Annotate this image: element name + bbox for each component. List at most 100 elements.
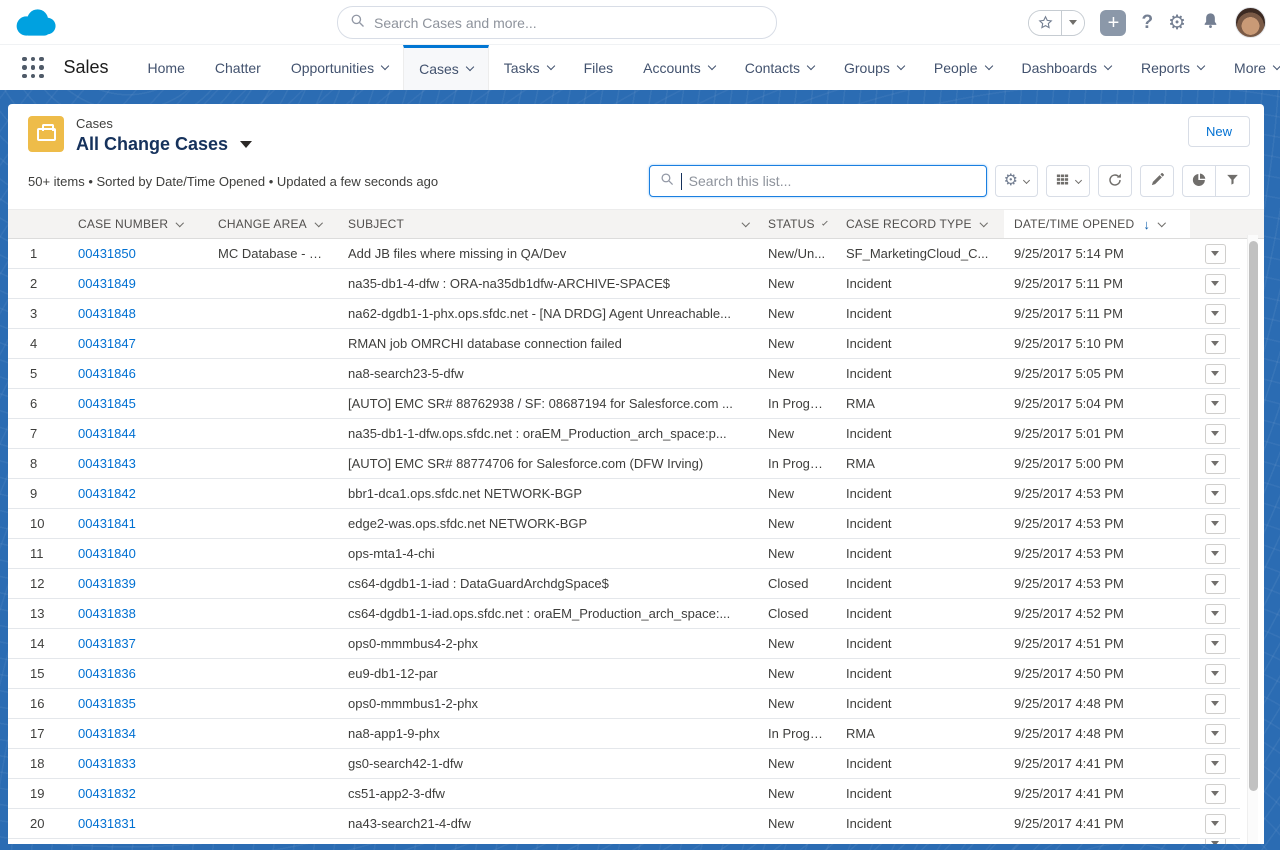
opened-cell: 9/25/2017 4:53 PM: [1004, 569, 1190, 599]
row-actions-button[interactable]: [1205, 724, 1226, 744]
case-number-link[interactable]: 00431836: [78, 666, 136, 681]
chevron-down-icon: [1158, 219, 1166, 227]
display-as-button[interactable]: [1046, 165, 1090, 197]
nav-item-contacts[interactable]: Contacts: [730, 45, 829, 90]
column-header-subject[interactable]: SUBJECT: [338, 210, 758, 238]
case-number-link[interactable]: 00431831: [78, 816, 136, 831]
row-actions-button[interactable]: [1205, 574, 1226, 594]
row-actions-button[interactable]: [1205, 814, 1226, 834]
row-actions-button[interactable]: [1205, 514, 1226, 534]
favorites-star-button[interactable]: [1029, 11, 1062, 35]
case-number-link[interactable]: 00431834: [78, 726, 136, 741]
nav-item-people[interactable]: People: [919, 45, 1007, 90]
case-number-link[interactable]: 00431832: [78, 786, 136, 801]
column-header-date-time-opened[interactable]: DATE/TIME OPENED↓: [1004, 210, 1190, 238]
case-number-link[interactable]: 00431833: [78, 756, 136, 771]
row-actions-button[interactable]: [1205, 274, 1226, 294]
nav-item-reports[interactable]: Reports: [1126, 45, 1219, 90]
case-number-link[interactable]: 00431830: [78, 842, 136, 844]
row-actions-cell: [1190, 629, 1240, 659]
favorites-dropdown-button[interactable]: [1062, 11, 1084, 35]
setup-gear-button[interactable]: ⚙: [1168, 13, 1186, 33]
user-avatar[interactable]: [1235, 7, 1266, 38]
list-search-box[interactable]: [649, 165, 987, 197]
row-actions-button[interactable]: [1205, 244, 1226, 264]
case-number-link[interactable]: 00431843: [78, 456, 136, 471]
nav-item-cases[interactable]: Cases: [403, 45, 489, 90]
charts-button[interactable]: [1182, 165, 1216, 197]
scrollbar-thumb[interactable]: [1249, 241, 1258, 791]
list-view-selector[interactable]: All Change Cases: [76, 134, 252, 155]
row-actions-button[interactable]: [1205, 664, 1226, 684]
case-number-link[interactable]: 00431846: [78, 366, 136, 381]
nav-item-tasks[interactable]: Tasks: [489, 45, 569, 90]
subject-cell: RMAN job OMRCHI database connection fail…: [338, 329, 758, 359]
global-search-box[interactable]: [337, 6, 777, 39]
row-number: 2: [8, 269, 68, 299]
nav-item-files[interactable]: Files: [569, 45, 629, 90]
row-actions-button[interactable]: [1205, 364, 1226, 384]
row-actions-button[interactable]: [1205, 694, 1226, 714]
case-number-cell: 00431830: [68, 839, 208, 844]
row-actions-button[interactable]: [1205, 334, 1226, 354]
case-number-link[interactable]: 00431841: [78, 516, 136, 531]
nav-item-accounts[interactable]: Accounts: [628, 45, 730, 90]
nav-item-chatter[interactable]: Chatter: [200, 45, 276, 90]
filters-button[interactable]: [1216, 165, 1250, 197]
nav-item-opportunities[interactable]: Opportunities: [276, 45, 403, 90]
case-number-link[interactable]: 00431849: [78, 276, 136, 291]
chevron-down-icon: [980, 219, 988, 227]
column-header-case-number[interactable]: CASE NUMBER: [68, 210, 208, 238]
notifications-bell-button[interactable]: [1201, 11, 1220, 35]
case-number-link[interactable]: 00431837: [78, 636, 136, 651]
row-actions-button[interactable]: [1205, 454, 1226, 474]
case-number-cell: 00431839: [68, 569, 208, 599]
column-header-status[interactable]: STATUS: [758, 210, 836, 238]
row-actions-button[interactable]: [1205, 394, 1226, 414]
help-button[interactable]: ?: [1141, 12, 1153, 34]
row-actions-button[interactable]: [1205, 484, 1226, 504]
column-label: DATE/TIME OPENED: [1014, 217, 1134, 231]
row-actions-cell: [1190, 359, 1240, 389]
list-search-input[interactable]: [689, 173, 976, 189]
row-actions-button[interactable]: [1205, 754, 1226, 774]
table-row: 500431846na8-search23-5-dfwNewIncident9/…: [8, 359, 1264, 389]
new-button[interactable]: New: [1188, 116, 1250, 147]
column-header-change-area[interactable]: CHANGE AREA: [208, 210, 338, 238]
row-actions-button[interactable]: [1205, 544, 1226, 564]
case-number-link[interactable]: 00431839: [78, 576, 136, 591]
app-name[interactable]: Sales: [64, 57, 109, 78]
row-actions-button[interactable]: [1205, 784, 1226, 804]
row-actions-button[interactable]: [1205, 634, 1226, 654]
case-number-link[interactable]: 00431845: [78, 396, 136, 411]
case-number-link[interactable]: 00431848: [78, 306, 136, 321]
refresh-button[interactable]: [1098, 165, 1132, 197]
edit-button[interactable]: [1140, 165, 1174, 197]
case-number-link[interactable]: 00431842: [78, 486, 136, 501]
global-search-input[interactable]: [374, 15, 764, 31]
column-header-case-record-type[interactable]: CASE RECORD TYPE: [836, 210, 1004, 238]
case-number-link[interactable]: 00431844: [78, 426, 136, 441]
app-launcher-waffle-icon[interactable]: [20, 55, 46, 81]
nav-item-more[interactable]: More: [1219, 45, 1280, 90]
case-number-link[interactable]: 00431847: [78, 336, 136, 351]
row-actions-button[interactable]: [1205, 304, 1226, 324]
case-number-link[interactable]: 00431850: [78, 246, 136, 261]
nav-item-groups[interactable]: Groups: [829, 45, 919, 90]
row-actions-cell: [1190, 689, 1240, 719]
list-view-controls-button[interactable]: ⚙: [995, 165, 1038, 197]
nav-item-home[interactable]: Home: [133, 45, 200, 90]
row-actions-button[interactable]: [1205, 424, 1226, 444]
vertical-scrollbar[interactable]: [1247, 235, 1258, 844]
change-area-cell: [208, 749, 338, 779]
nav-item-label: Accounts: [643, 60, 701, 76]
global-actions-button[interactable]: +: [1100, 10, 1126, 36]
nav-item-dashboards[interactable]: Dashboards: [1007, 45, 1127, 90]
case-number-link[interactable]: 00431838: [78, 606, 136, 621]
case-number-link[interactable]: 00431835: [78, 696, 136, 711]
row-actions-button[interactable]: [1205, 604, 1226, 624]
case-number-link[interactable]: 00431840: [78, 546, 136, 561]
list-view-dropdown-icon[interactable]: [240, 141, 252, 148]
case-number-cell: 00431847: [68, 329, 208, 359]
row-actions-button[interactable]: [1205, 839, 1226, 844]
